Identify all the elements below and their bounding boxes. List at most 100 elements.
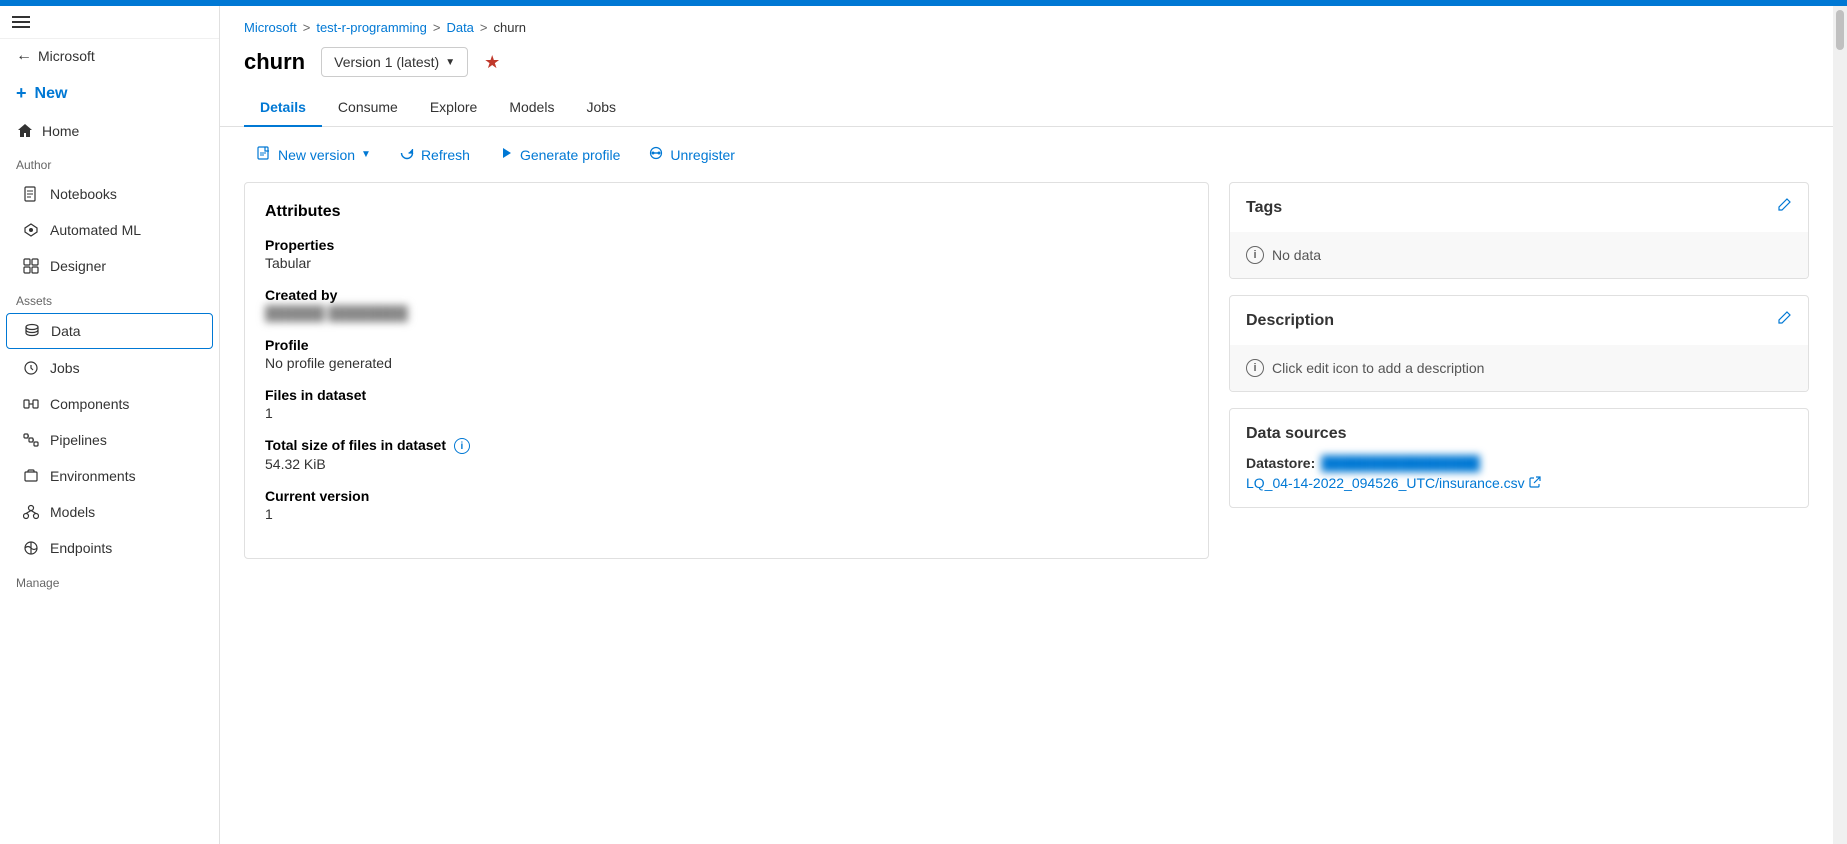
version-dropdown[interactable]: Version 1 (latest) ▼: [321, 47, 468, 77]
breadcrumb: Microsoft > test-r-programming > Data > …: [220, 6, 1833, 35]
home-icon: [16, 122, 34, 140]
sidebar-item-notebooks[interactable]: Notebooks: [6, 177, 213, 211]
sidebar-item-environments[interactable]: Environments: [6, 459, 213, 493]
tags-title: Tags: [1246, 199, 1282, 217]
assets-section-label: Assets: [0, 284, 219, 312]
sidebar-item-models[interactable]: Models: [6, 495, 213, 529]
new-button[interactable]: + New: [0, 73, 219, 114]
tab-explore[interactable]: Explore: [414, 89, 493, 127]
scrollbar-thumb: [1836, 10, 1844, 50]
external-link-icon: [1529, 475, 1541, 491]
refresh-icon: [399, 145, 415, 164]
file-path-link[interactable]: LQ_04-14-2022_094526_UTC/insurance.csv: [1246, 475, 1792, 491]
tab-models[interactable]: Models: [493, 89, 570, 127]
designer-icon: [22, 257, 40, 275]
attr-properties: Properties Tabular: [265, 237, 1188, 271]
attr-current-version-label: Current version: [265, 488, 1188, 504]
tags-edit-icon[interactable]: [1776, 197, 1792, 218]
environments-label: Environments: [50, 468, 136, 484]
unregister-label: Unregister: [670, 147, 735, 163]
attr-current-version: Current version 1: [265, 488, 1188, 522]
new-version-button[interactable]: New version ▼: [244, 139, 383, 170]
breadcrumb-data[interactable]: Data: [446, 20, 473, 35]
components-icon: [22, 395, 40, 413]
hamburger-icon[interactable]: [12, 16, 30, 28]
unregister-button[interactable]: Unregister: [636, 139, 747, 170]
refresh-label: Refresh: [421, 147, 470, 163]
tabs-bar: Details Consume Explore Models Jobs: [220, 89, 1833, 127]
generate-profile-button[interactable]: Generate profile: [486, 139, 632, 170]
notebooks-icon: [22, 185, 40, 203]
datastore-row: Datastore: ████████████████: [1246, 455, 1792, 471]
sidebar-item-pipelines[interactable]: Pipelines: [6, 423, 213, 457]
sidebar-item-automated-ml[interactable]: Automated ML: [6, 213, 213, 247]
right-panel: Tags i No data Description: [1229, 182, 1809, 559]
datastore-label: Datastore:: [1246, 455, 1315, 471]
generate-profile-label: Generate profile: [520, 147, 620, 163]
data-sources-card: Data sources Datastore: ████████████████…: [1229, 408, 1809, 508]
automl-icon: [22, 221, 40, 239]
attr-total-size-label: Total size of files in dataset i: [265, 437, 1188, 454]
tags-card: Tags i No data: [1229, 182, 1809, 279]
new-version-chevron: ▼: [361, 149, 371, 160]
page-title: churn: [244, 49, 305, 75]
data-icon: [23, 322, 41, 340]
sidebar-item-designer[interactable]: Designer: [6, 249, 213, 283]
tab-jobs[interactable]: Jobs: [570, 89, 632, 127]
breadcrumb-microsoft[interactable]: Microsoft: [244, 20, 297, 35]
sidebar-back-button[interactable]: ← Microsoft: [0, 39, 219, 73]
tab-details-label: Details: [260, 99, 306, 115]
sidebar-item-endpoints[interactable]: Endpoints: [6, 531, 213, 565]
tab-consume[interactable]: Consume: [322, 89, 414, 127]
refresh-button[interactable]: Refresh: [387, 139, 482, 170]
data-sources-title: Data sources: [1246, 425, 1792, 443]
sidebar-item-jobs[interactable]: Jobs: [6, 351, 213, 385]
plus-icon: +: [16, 83, 27, 104]
total-size-info-icon[interactable]: i: [454, 438, 470, 454]
scrollbar[interactable]: [1833, 6, 1847, 844]
attr-properties-value: Tabular: [265, 255, 1188, 271]
tab-consume-label: Consume: [338, 99, 398, 115]
jobs-label: Jobs: [50, 360, 80, 376]
tab-explore-label: Explore: [430, 99, 477, 115]
attr-created-by-value: ██████ ████████: [265, 305, 1188, 321]
description-edit-icon[interactable]: [1776, 310, 1792, 331]
tab-jobs-label: Jobs: [586, 99, 616, 115]
tags-info-icon: i: [1246, 246, 1264, 264]
attr-profile-label: Profile: [265, 337, 1188, 353]
attr-created-by-label: Created by: [265, 287, 1188, 303]
environments-icon: [22, 467, 40, 485]
description-card-header: Description: [1230, 296, 1808, 345]
back-arrow-icon: ←: [16, 47, 32, 65]
unregister-icon: [648, 145, 664, 164]
automated-ml-label: Automated ML: [50, 222, 141, 238]
breadcrumb-workspace[interactable]: test-r-programming: [316, 20, 427, 35]
sidebar-item-data[interactable]: Data: [6, 313, 213, 349]
page-header: churn Version 1 (latest) ▼ ★: [220, 35, 1833, 89]
tab-models-label: Models: [509, 99, 554, 115]
attr-total-size-value: 54.32 KiB: [265, 456, 1188, 472]
sidebar-top: [0, 6, 219, 39]
sidebar: ← Microsoft + New Home Author Notebooks …: [0, 6, 220, 844]
attr-created-by: Created by ██████ ████████: [265, 287, 1188, 321]
content-area: Attributes Properties Tabular Created by…: [220, 182, 1833, 583]
breadcrumb-sep-3: >: [480, 20, 488, 35]
tab-details[interactable]: Details: [244, 89, 322, 127]
attributes-title: Attributes: [265, 203, 1188, 221]
attr-files-label: Files in dataset: [265, 387, 1188, 403]
attr-files-in-dataset: Files in dataset 1: [265, 387, 1188, 421]
sidebar-item-components[interactable]: Components: [6, 387, 213, 421]
attr-total-size: Total size of files in dataset i 54.32 K…: [265, 437, 1188, 472]
tags-no-data: No data: [1272, 247, 1321, 263]
favorite-star-icon[interactable]: ★: [484, 52, 500, 73]
new-version-label: New version: [278, 147, 355, 163]
sidebar-item-home[interactable]: Home: [0, 114, 219, 148]
author-section-label: Author: [0, 148, 219, 176]
breadcrumb-sep-1: >: [303, 20, 311, 35]
home-label: Home: [42, 123, 79, 139]
sidebar-back-label: Microsoft: [38, 48, 95, 64]
main-content: Microsoft > test-r-programming > Data > …: [220, 6, 1833, 844]
toolbar: New version ▼ Refresh Generate profile: [220, 127, 1833, 182]
tags-card-header: Tags: [1230, 183, 1808, 232]
endpoints-icon: [22, 539, 40, 557]
